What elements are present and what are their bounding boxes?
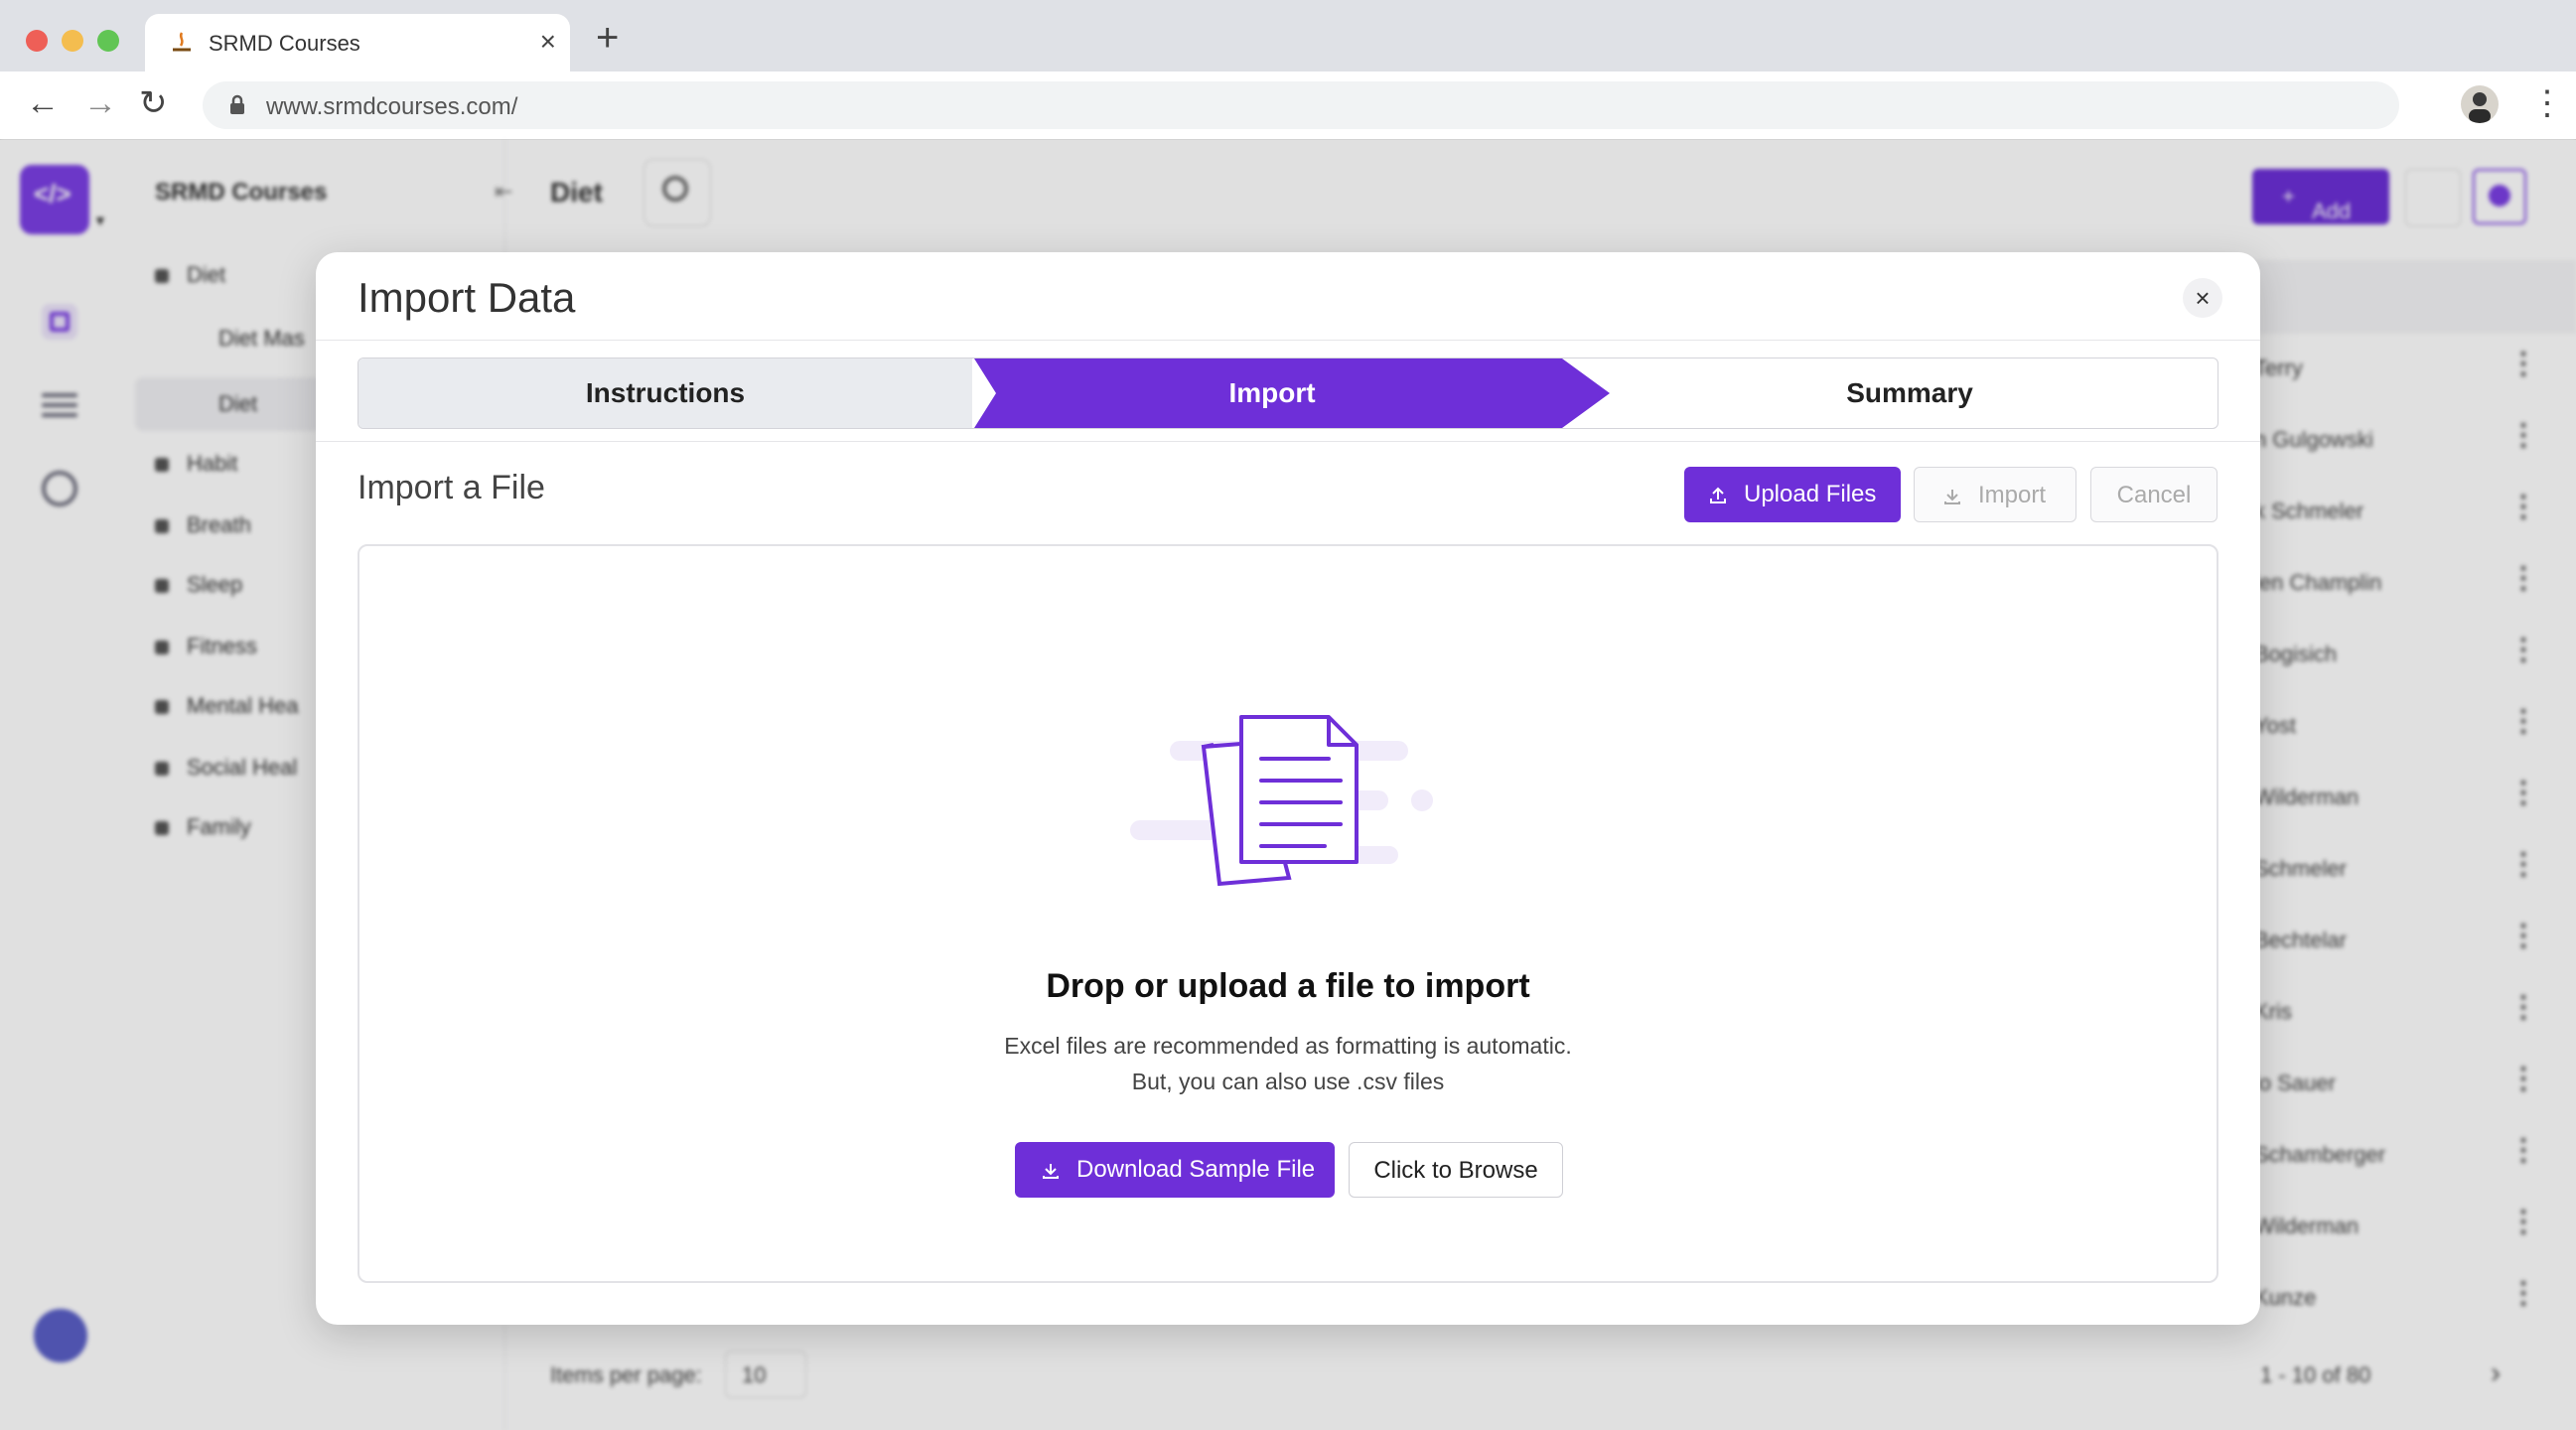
tab-title: SRMD Courses — [209, 31, 360, 56]
dropzone-hint: Excel files are recommended as formattin… — [1004, 1033, 1572, 1059]
close-icon[interactable]: × — [2183, 278, 2222, 318]
browser-toolbar: ← → ↻ www.srmdcourses.com/ ☆ ⋮ — [0, 72, 2576, 140]
browser-tab[interactable]: SRMD Courses × — [145, 14, 570, 72]
reload-icon[interactable]: ↻ — [139, 85, 168, 121]
import-button[interactable]: Import — [1914, 467, 2076, 522]
section-title: Import a File — [358, 469, 545, 506]
divider — [316, 340, 2260, 341]
dropzone-hint-csv: But, you can also use .csv files — [1131, 1069, 1445, 1094]
import-data-modal: Import Data × Instructions Import Summar… — [316, 252, 2260, 1325]
new-tab-icon[interactable]: + — [596, 18, 619, 58]
divider — [316, 441, 2260, 442]
import-label: Import — [1978, 482, 2047, 508]
close-window-button[interactable] — [26, 30, 48, 52]
tab-bar: SRMD Courses × + — [0, 0, 2576, 72]
favicon-icon — [173, 32, 191, 52]
profile-avatar[interactable] — [2461, 85, 2499, 123]
download-sample-file-button[interactable]: Download Sample File — [1015, 1142, 1335, 1198]
maximize-window-button[interactable] — [97, 30, 119, 52]
tab-close-icon[interactable]: × — [540, 26, 556, 58]
download-icon — [1944, 489, 1960, 504]
browser-menu-icon[interactable]: ⋮ — [2530, 85, 2564, 121]
file-dropzone[interactable]: Drop or upload a file to import Excel fi… — [358, 544, 2218, 1283]
minimize-window-button[interactable] — [62, 30, 83, 52]
download-icon — [1043, 1163, 1059, 1179]
address-bar[interactable]: www.srmdcourses.com/ ☆ — [203, 81, 2399, 129]
forward-arrow-icon[interactable]: → — [83, 85, 117, 121]
upload-files-label: Upload Files — [1744, 481, 1877, 507]
modal-title: Import Data — [358, 274, 576, 321]
step-import[interactable]: Import — [974, 358, 1570, 428]
browser-chrome: SRMD Courses × + ← → ↻ www.srmdcourses.c… — [0, 0, 2576, 140]
step-summary[interactable]: Summary — [1600, 358, 2218, 428]
step-instructions[interactable]: Instructions — [358, 358, 972, 428]
import-stepper: Instructions Import Summary — [358, 358, 2218, 429]
download-sample-label: Download Sample File — [1076, 1156, 1316, 1183]
url-text: www.srmdcourses.com/ — [266, 93, 518, 120]
document-icon — [1130, 715, 1433, 887]
cancel-button[interactable]: Cancel — [2090, 467, 2218, 522]
lock-icon — [230, 94, 244, 114]
dropzone-title: Drop or upload a file to import — [1046, 967, 1530, 1005]
person-icon — [2469, 92, 2491, 123]
browse-button[interactable]: Click to Browse — [1349, 1142, 1563, 1198]
upload-icon — [1710, 487, 1726, 503]
back-arrow-icon[interactable]: ← — [26, 85, 60, 121]
upload-files-button[interactable]: Upload Files — [1684, 467, 1901, 522]
